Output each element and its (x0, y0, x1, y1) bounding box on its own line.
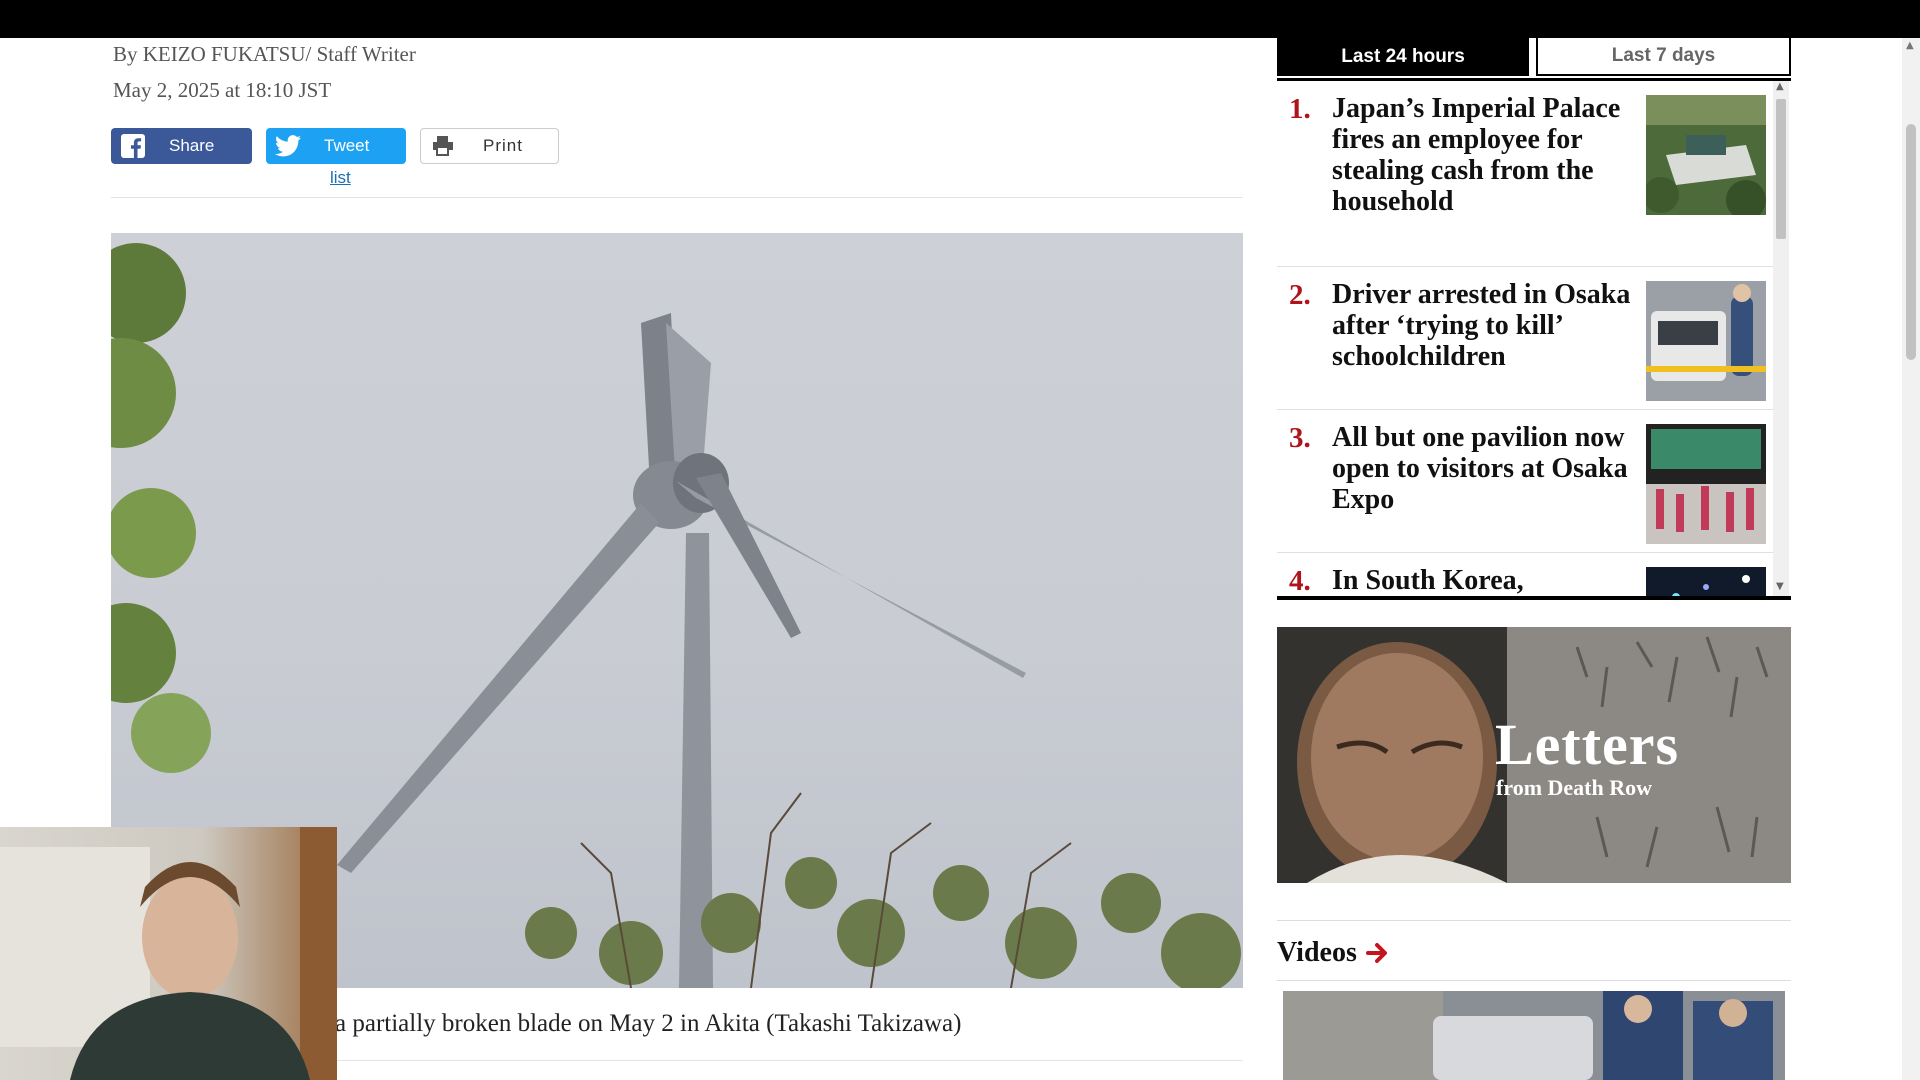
print-button[interactable]: Print (420, 128, 559, 164)
banner-title: Letters (1495, 712, 1680, 777)
printer-icon (429, 132, 457, 160)
arrow-right-icon (1365, 941, 1389, 965)
page-scroll-up-icon[interactable]: ▲ (1906, 40, 1914, 51)
divider (335, 1060, 1243, 1061)
list-link[interactable]: list (330, 168, 351, 188)
browser-top-bar (0, 0, 1920, 38)
videos-heading[interactable]: Videos (1277, 937, 1389, 969)
share-label: Share (169, 136, 215, 155)
page-scrollbar-thumb[interactable] (1906, 124, 1916, 360)
twitter-icon (274, 132, 302, 160)
rank-thumbnail-palace[interactable] (1646, 95, 1766, 215)
tweet-button[interactable]: Tweet (266, 128, 406, 164)
ranking-tabs: Last 24 hours Last 7 days (1277, 38, 1791, 76)
divider (1277, 980, 1791, 981)
print-label: Print (483, 136, 523, 155)
videos-heading-label: Videos (1277, 937, 1357, 968)
facebook-share-button[interactable]: Share (111, 128, 252, 164)
photo-caption: a partially broken blade on May 2 in Aki… (335, 1010, 962, 1037)
scroll-up-icon[interactable]: ▲ (1776, 81, 1784, 92)
rank-title[interactable]: In South Korea, (1332, 565, 1632, 596)
rank-title[interactable]: Driver arrested in Osaka after ‘trying t… (1332, 279, 1632, 372)
divider (1277, 920, 1791, 921)
ranking-scrollbar[interactable]: ▲ ▼ (1773, 81, 1789, 597)
share-toolbar: Share Tweet Print (111, 128, 559, 164)
rank-number: 4. (1289, 565, 1311, 597)
ranking-scrollbar-thumb[interactable] (1776, 99, 1786, 239)
rank-thumbnail-police-car[interactable] (1646, 281, 1766, 401)
rank-number: 1. (1289, 93, 1311, 125)
ranking-item[interactable]: 3. All but one pavilion now open to visi… (1277, 410, 1773, 553)
rank-thumbnail-expo[interactable] (1646, 424, 1766, 544)
ranking-item[interactable]: 1. Japan’s Imperial Palace fires an empl… (1277, 81, 1773, 267)
tweet-label: Tweet (324, 136, 370, 155)
page-scrollbar[interactable]: ▲ (1902, 38, 1920, 1080)
article-date: May 2, 2025 at 18:10 JST (113, 78, 332, 102)
scroll-down-icon[interactable]: ▼ (1776, 581, 1784, 592)
webcam-overlay (0, 827, 337, 1080)
tab-last-7-days[interactable]: Last 7 days (1536, 38, 1791, 76)
facebook-icon (119, 132, 147, 160)
video-thumbnail[interactable] (1283, 991, 1785, 1080)
ranking-list: 1. Japan’s Imperial Palace fires an empl… (1277, 81, 1791, 597)
ranking-bottom-border (1277, 596, 1791, 600)
letters-from-death-row-banner[interactable]: Letters from Death Row (1277, 627, 1791, 883)
rank-title[interactable]: All but one pavilion now open to visitor… (1332, 422, 1632, 515)
divider (111, 197, 1243, 198)
banner-subtitle: from Death Row (1496, 775, 1653, 800)
article-byline: By KEIZO FUKATSU/ Staff Writer (113, 42, 416, 66)
ranking-item[interactable]: 2. Driver arrested in Osaka after ‘tryin… (1277, 267, 1773, 410)
rank-number: 2. (1289, 279, 1311, 311)
rank-number: 3. (1289, 422, 1311, 454)
rank-thumbnail-south-korea[interactable] (1646, 567, 1766, 597)
rank-title[interactable]: Japan’s Imperial Palace fires an employe… (1332, 93, 1632, 217)
tab-last-24-hours[interactable]: Last 24 hours (1277, 38, 1529, 76)
ranking-item[interactable]: 4. In South Korea, (1277, 553, 1773, 597)
